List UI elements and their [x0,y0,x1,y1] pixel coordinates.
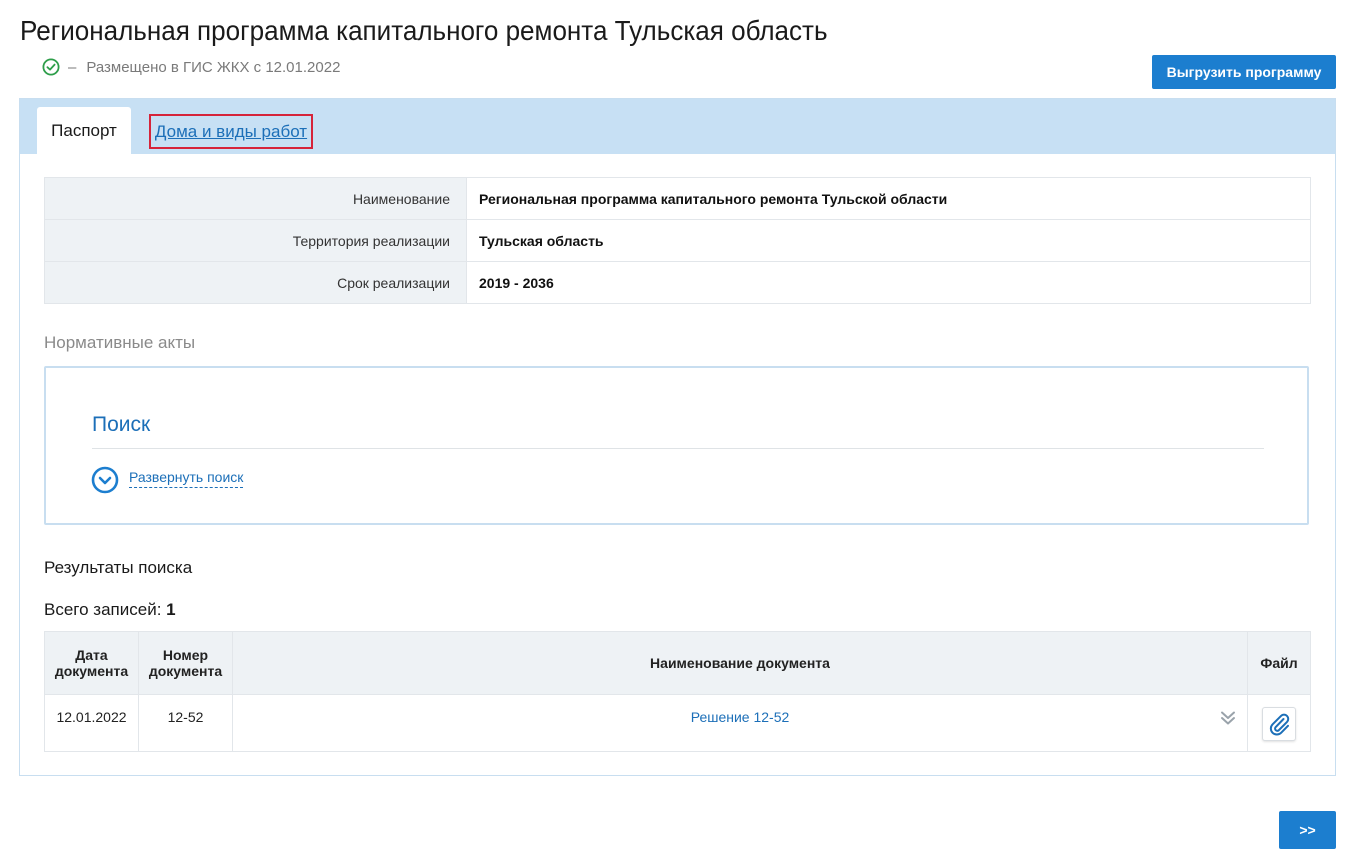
table-row: 12.01.2022 12-52 Решение 12-52 [44,694,1311,752]
passport-value: Тульская область [466,219,1311,262]
results-title: Результаты поиска [44,558,193,577]
tab-houses-and-works[interactable]: Дома и виды работ [149,114,313,149]
cell-file [1247,694,1311,752]
column-header-number: Номер документа [138,631,233,695]
divider [92,448,1264,449]
passport-row: Территория реализации Тульская область [44,219,1311,262]
attachment-button[interactable] [1262,707,1296,741]
tab-bar: Паспорт Дома и виды работ [20,99,1335,154]
passport-row: Наименование Региональная программа капи… [44,177,1311,220]
column-header-date: Дата документа [44,631,139,695]
cell-number: 12-52 [138,694,233,752]
double-chevron-down-icon[interactable] [1219,709,1237,727]
program-panel: Паспорт Дома и виды работ Наименование Р… [19,98,1336,776]
passport-value: Региональная программа капитального ремо… [466,177,1311,220]
passport-label: Срок реализации [44,261,467,304]
expand-search-link[interactable]: Развернуть поиск [129,469,244,488]
export-program-button[interactable]: Выгрузить программу [1152,55,1336,89]
paperclip-icon [1269,713,1290,736]
search-title: Поиск [92,413,151,436]
passport-value: 2019 - 2036 [466,261,1311,304]
total-records: Всего записей: 1 [44,600,176,620]
page-title: Региональная программа капитального ремо… [20,15,828,46]
passport-table: Наименование Региональная программа капи… [44,177,1311,304]
cell-date: 12.01.2022 [44,694,139,752]
passport-row: Срок реализации 2019 - 2036 [44,261,1311,304]
status-text: Размещено в ГИС ЖКХ с 12.01.2022 [86,58,341,76]
total-label: Всего записей: [44,600,162,619]
next-page-button[interactable]: >> [1279,811,1336,849]
tab-passport[interactable]: Паспорт [37,107,131,154]
total-count: 1 [166,600,176,619]
search-panel: Поиск Развернуть поиск [44,366,1309,525]
check-circle-icon [42,58,60,76]
chevron-down-circle-icon[interactable] [91,466,119,494]
passport-label: Наименование [44,177,467,220]
passport-label: Территория реализации [44,219,467,262]
cell-name: Решение 12-52 [232,694,1248,752]
table-header-row: Дата документа Номер документа Наименова… [44,631,1311,695]
column-header-file: Файл [1247,631,1311,695]
status-dash: – [68,58,77,76]
column-header-name: Наименование документа [232,631,1248,695]
normative-acts-heading: Нормативные акты [44,333,196,352]
document-link[interactable]: Решение 12-52 [691,709,790,725]
documents-table: Дата документа Номер документа Наименова… [44,631,1311,752]
publication-status: – Размещено в ГИС ЖКХ с 12.01.2022 [42,57,340,77]
